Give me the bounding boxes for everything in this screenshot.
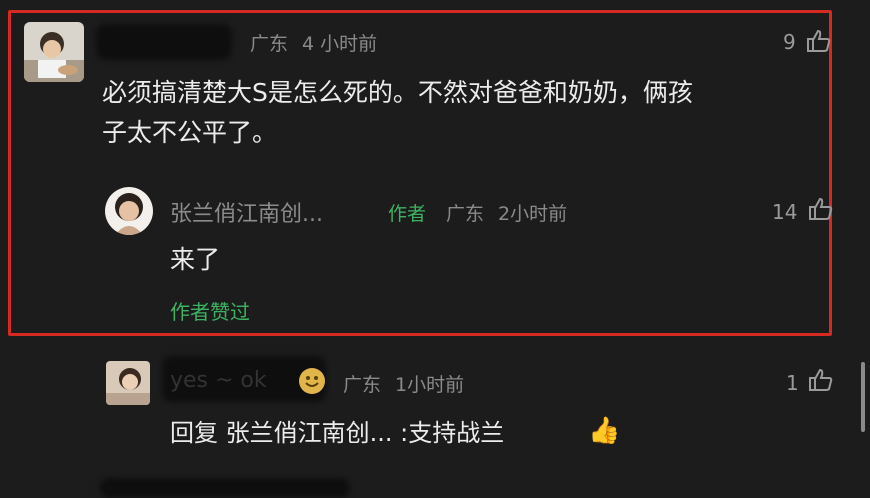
reply2-username[interactable]: yes ~ ok <box>170 368 267 393</box>
smiley-icon <box>298 367 326 399</box>
reply2-region: 广东 <box>343 374 382 396</box>
reply-region: 广东 <box>446 203 485 225</box>
thumbs-up-icon[interactable] <box>806 28 832 54</box>
redacted-username <box>96 24 232 60</box>
avatar[interactable] <box>24 22 84 82</box>
like-count: 14 <box>772 200 798 224</box>
author-tag: 作者 <box>388 203 427 225</box>
reply-text: 来了 <box>170 245 221 274</box>
thumbs-up-icon[interactable] <box>808 196 834 222</box>
like-count: 9 <box>783 30 796 54</box>
comment-text-line-2: 子太不公平了。 <box>102 118 278 147</box>
avatar[interactable] <box>106 361 150 405</box>
thumbs-up-icon[interactable] <box>808 367 834 393</box>
reply-time: 2小时前 <box>498 203 568 225</box>
comment-time: 4 小时前 <box>302 33 378 55</box>
comment-region: 广东 <box>250 33 289 55</box>
comment-text-line-1: 必须搞清楚大S是怎么死的。不然对爸爸和奶奶，俩孩 <box>102 78 693 107</box>
reply2-time: 1小时前 <box>395 374 465 396</box>
reply-username[interactable]: 张兰俏江南创... <box>170 196 323 228</box>
redacted-username <box>100 478 350 498</box>
reply2-text: 回复 张兰俏江南创... :支持战兰 <box>170 419 505 447</box>
like-count: 1 <box>786 371 799 395</box>
author-liked-label: 作者赞过 <box>170 300 250 324</box>
thumbs-up-emoji-icon: 👍 <box>588 416 621 446</box>
scrollbar[interactable] <box>861 362 865 432</box>
avatar[interactable] <box>105 187 153 235</box>
